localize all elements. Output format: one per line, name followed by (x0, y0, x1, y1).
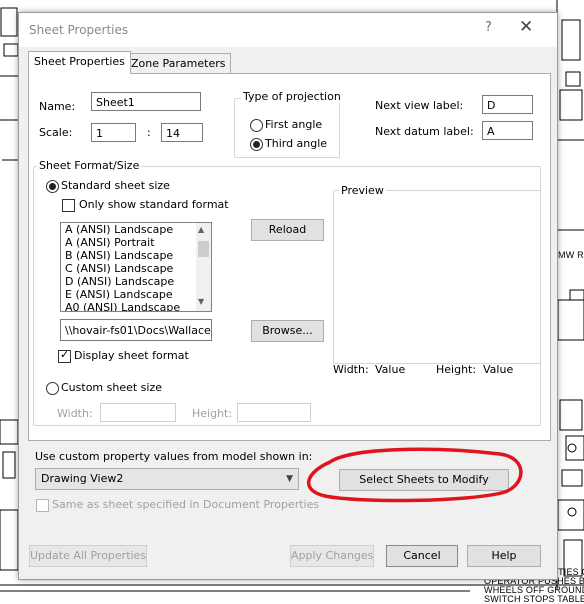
dialog-title: Sheet Properties (29, 23, 129, 37)
same-as-sheet-label[interactable]: Same as sheet specified in Document Prop… (52, 498, 319, 511)
list-item[interactable]: A0 (ANSI) Landscape (61, 301, 211, 311)
scale-denominator-field[interactable]: 14 (161, 123, 203, 142)
help-button[interactable]: Help (467, 545, 541, 567)
list-scrollbar[interactable]: ▲ ▼ (196, 223, 211, 311)
model-prompt-label: Use custom property values from model sh… (35, 450, 313, 463)
list-item[interactable]: C (ANSI) Landscape (61, 262, 211, 275)
preview-width-value: Value (375, 363, 406, 376)
scroll-down-icon[interactable]: ▼ (198, 297, 204, 306)
cancel-button[interactable]: Cancel (386, 545, 458, 567)
first-angle-label[interactable]: First angle (265, 118, 322, 131)
standard-size-label[interactable]: Standard sheet size (61, 179, 170, 192)
format-path-field[interactable]: \\hovair-fs01\Docs\Wallace\ (60, 319, 212, 341)
cad-note: MW R (558, 250, 584, 260)
preview-title: Preview (339, 184, 386, 197)
only-standard-checkbox[interactable] (62, 199, 75, 212)
name-field[interactable]: Sheet1 (91, 92, 201, 111)
preview-width-label: Width: (333, 363, 369, 376)
model-view-dropdown[interactable]: Drawing View2 ▼ (35, 468, 299, 490)
first-angle-radio[interactable] (250, 119, 263, 132)
cad-note: SWITCH STOPS TABLE V (484, 594, 584, 604)
help-icon[interactable]: ? (485, 20, 492, 35)
projection-title: Type of projection (241, 90, 343, 103)
preview-group (333, 190, 541, 364)
list-item[interactable]: B (ANSI) Landscape (61, 249, 211, 262)
model-view-value: Drawing View2 (41, 472, 124, 485)
custom-height-label: Height: (192, 407, 233, 420)
custom-size-radio[interactable] (46, 382, 59, 395)
scale-separator: : (147, 126, 151, 139)
custom-size-label[interactable]: Custom sheet size (61, 381, 162, 394)
list-item[interactable]: A (ANSI) Landscape (61, 223, 211, 236)
sheet-size-list[interactable]: A (ANSI) Landscape A (ANSI) Portrait B (… (60, 222, 212, 312)
preview-height-label: Height: (436, 363, 477, 376)
display-format-label[interactable]: Display sheet format (74, 349, 189, 362)
only-standard-label[interactable]: Only show standard format (79, 198, 229, 211)
select-sheets-button[interactable]: Select Sheets to Modify (339, 469, 509, 491)
chevron-down-icon: ▼ (286, 474, 293, 484)
sheet-format-title: Sheet Format/Size (37, 159, 142, 172)
scale-label: Scale: (39, 126, 73, 139)
custom-width-label: Width: (57, 407, 93, 420)
scale-numerator-field[interactable]: 1 (91, 123, 136, 142)
name-label: Name: (39, 100, 76, 113)
standard-size-radio[interactable] (46, 180, 59, 193)
list-item[interactable]: D (ANSI) Landscape (61, 275, 211, 288)
custom-height-field[interactable] (237, 403, 311, 422)
third-angle-radio[interactable] (250, 138, 263, 151)
apply-changes-button[interactable]: Apply Changes (290, 545, 374, 567)
display-format-checkbox[interactable]: ✓ (58, 348, 71, 363)
next-view-label: Next view label: (375, 99, 464, 112)
reload-button[interactable]: Reload (251, 219, 324, 241)
scroll-thumb[interactable] (198, 241, 209, 257)
tab-sheet-properties[interactable]: Sheet Properties (28, 51, 131, 74)
close-icon[interactable]: ✕ (519, 17, 533, 37)
sheet-properties-dialog: Sheet Properties ? ✕ Sheet Properties Zo… (18, 12, 558, 580)
tab-zone-parameters[interactable]: Zone Parameters (125, 53, 232, 74)
third-angle-label[interactable]: Third angle (265, 137, 327, 150)
custom-width-field[interactable] (100, 403, 176, 422)
scroll-up-icon[interactable]: ▲ (198, 225, 204, 234)
list-item[interactable]: A (ANSI) Portrait (61, 236, 211, 249)
next-view-field[interactable]: D (482, 95, 533, 114)
next-datum-label: Next datum label: (375, 125, 474, 138)
next-datum-field[interactable]: A (482, 121, 533, 140)
title-bar: Sheet Properties ? ✕ (19, 13, 557, 47)
update-all-properties-button[interactable]: Update All Properties (29, 545, 147, 567)
list-item[interactable]: E (ANSI) Landscape (61, 288, 211, 301)
preview-height-value: Value (483, 363, 514, 376)
same-as-sheet-checkbox[interactable] (36, 499, 49, 512)
browse-button[interactable]: Browse... (251, 320, 324, 342)
